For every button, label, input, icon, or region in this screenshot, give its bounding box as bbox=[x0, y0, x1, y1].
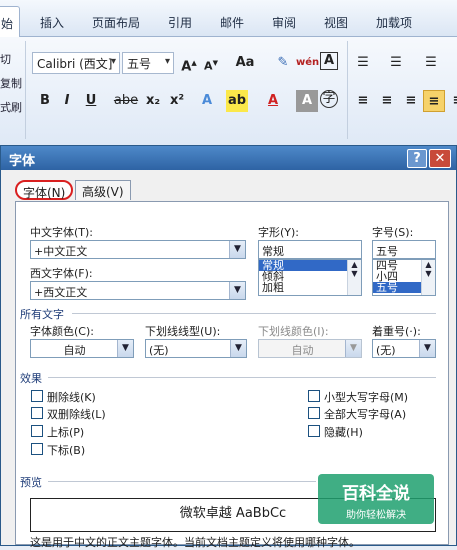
bullets-icon[interactable]: ☰ bbox=[352, 52, 374, 74]
double-strikethrough-checkbox[interactable] bbox=[31, 407, 43, 419]
all-text-section-title: 所有文字 bbox=[20, 308, 64, 321]
tab-home[interactable]: 始 bbox=[0, 6, 21, 37]
ribbon: 切 复制 式刷 Calibri (西文] 五号 A▲ A▼ Aa ✎ wén A… bbox=[0, 37, 457, 176]
cut-button[interactable]: 切 bbox=[0, 51, 11, 67]
multilevel-list-icon[interactable]: ☰ bbox=[420, 52, 442, 74]
chevron-down-icon: ▼ bbox=[117, 340, 133, 357]
align-left-icon[interactable]: ≡ bbox=[352, 90, 374, 112]
numbering-icon[interactable]: ☰ bbox=[385, 52, 407, 74]
watermark-logo: 百科全说 助你轻松解决 bbox=[318, 474, 434, 524]
all-caps-checkbox[interactable] bbox=[308, 407, 320, 419]
chevron-down-icon: ▼ bbox=[419, 340, 435, 357]
tab-references[interactable]: 引用 bbox=[168, 14, 192, 31]
help-button[interactable]: ? bbox=[407, 149, 427, 168]
strikethrough-button[interactable]: abe bbox=[112, 90, 140, 112]
ribbon-tab-bar: 始 插入 页面布局 引用 邮件 审阅 视图 加载项 bbox=[0, 0, 457, 37]
tab-font[interactable]: 字体(N) bbox=[15, 180, 74, 200]
underline-button[interactable]: U bbox=[80, 90, 102, 112]
align-center-icon[interactable]: ≡ bbox=[376, 90, 398, 112]
checkbox-label: 删除线(K) bbox=[47, 391, 96, 404]
watermark-subtitle: 助你轻松解决 bbox=[346, 510, 406, 521]
list-item[interactable]: 加粗 bbox=[259, 282, 361, 293]
divider bbox=[48, 481, 316, 482]
tab-review[interactable]: 审阅 bbox=[272, 14, 296, 31]
dialog-title: 字体 bbox=[1, 146, 456, 170]
emphasis-select[interactable]: (无) ▼ bbox=[372, 339, 436, 358]
underline-type-select[interactable]: (无) ▼ bbox=[145, 339, 247, 358]
style-input[interactable]: 常规 bbox=[258, 240, 362, 259]
checkbox-label: 全部大写字母(A) bbox=[324, 408, 407, 421]
change-case-button[interactable]: Aa bbox=[232, 52, 258, 74]
superscript-button[interactable]: x² bbox=[166, 90, 188, 112]
size-input[interactable]: 五号 bbox=[372, 240, 436, 259]
scrollbar[interactable]: ▲ ▼ bbox=[421, 260, 435, 295]
preview-section-title: 预览 bbox=[20, 476, 42, 489]
grow-font-button[interactable]: A▲ bbox=[178, 52, 200, 74]
chevron-down-icon: ▼ bbox=[345, 340, 361, 357]
italic-button[interactable]: I bbox=[56, 90, 78, 112]
cn-font-select[interactable]: +中文正文 ▼ bbox=[30, 240, 246, 259]
subscript-checkbox[interactable] bbox=[31, 443, 43, 455]
align-right-icon[interactable]: ≡ bbox=[400, 90, 422, 112]
size-list[interactable]: 四号 小四 五号 ▲ ▼ bbox=[372, 259, 436, 296]
underline-type-label: 下划线线型(U): bbox=[145, 325, 221, 338]
font-color-select[interactable]: 自动 ▼ bbox=[30, 339, 134, 358]
scrollbar[interactable]: ▲ ▼ bbox=[347, 260, 361, 295]
distributed-icon[interactable]: ≡ bbox=[447, 90, 457, 112]
highlight-icon[interactable]: ab bbox=[226, 90, 248, 112]
strikethrough-checkbox[interactable] bbox=[31, 390, 43, 402]
clear-format-icon[interactable]: wén bbox=[296, 52, 319, 74]
effects-section-title: 效果 bbox=[20, 372, 42, 385]
style-label: 字形(Y): bbox=[258, 226, 300, 239]
small-caps-checkbox[interactable] bbox=[308, 390, 320, 402]
font-size-combo[interactable]: 五号 bbox=[122, 52, 174, 74]
size-label: 字号(S): bbox=[372, 226, 414, 239]
font-name-combo[interactable]: Calibri (西文] bbox=[32, 52, 120, 74]
cn-font-label: 中文字体(T): bbox=[30, 226, 94, 239]
copy-button[interactable]: 复制 bbox=[0, 75, 22, 91]
char-border-icon[interactable]: A bbox=[320, 52, 338, 70]
font-color-icon[interactable]: A bbox=[262, 90, 284, 112]
tab-addins[interactable]: 加载项 bbox=[376, 14, 412, 31]
divider bbox=[25, 41, 26, 139]
shrink-font-button[interactable]: A▼ bbox=[200, 52, 222, 74]
checkbox-label: 隐藏(H) bbox=[324, 426, 363, 439]
font-color-label: 字体颜色(C): bbox=[30, 325, 94, 338]
underline-color-label: 下划线颜色(I): bbox=[258, 325, 329, 338]
hidden-checkbox[interactable] bbox=[308, 425, 320, 437]
emphasis-label: 着重号(·): bbox=[372, 325, 421, 338]
justify-icon[interactable]: ≡ bbox=[423, 90, 445, 112]
char-shading-icon[interactable]: A bbox=[296, 90, 318, 112]
tab-advanced[interactable]: 高级(V) bbox=[75, 180, 131, 200]
west-font-label: 西文字体(F): bbox=[30, 267, 93, 280]
watermark-title: 百科全说 bbox=[342, 484, 410, 504]
preview-description: 这是用于中文的正文主题字体。当前文档主题定义将使用哪种字体。 bbox=[30, 536, 360, 549]
checkbox-label: 双删除线(L) bbox=[47, 408, 106, 421]
divider bbox=[72, 313, 436, 314]
text-effects-icon[interactable]: A bbox=[196, 90, 218, 112]
tab-view[interactable]: 视图 bbox=[324, 14, 348, 31]
checkbox-label: 小型大写字母(M) bbox=[324, 391, 409, 404]
checkbox-label: 上标(P) bbox=[47, 426, 85, 439]
divider bbox=[48, 377, 436, 378]
chevron-down-icon: ▼ bbox=[229, 241, 245, 258]
close-button[interactable]: ✕ bbox=[429, 149, 451, 168]
chevron-down-icon: ▼ bbox=[230, 340, 246, 357]
phonetic-guide-icon[interactable]: ✎ bbox=[272, 52, 294, 74]
enclose-char-icon[interactable]: 字 bbox=[320, 90, 338, 108]
chevron-down-icon: ▼ bbox=[229, 282, 245, 299]
divider bbox=[347, 41, 348, 139]
subscript-button[interactable]: x₂ bbox=[142, 90, 164, 112]
style-list[interactable]: 常规 倾斜 加粗 ▲ ▼ bbox=[258, 259, 362, 296]
format-painter-button[interactable]: 式刷 bbox=[0, 99, 22, 115]
superscript-checkbox[interactable] bbox=[31, 425, 43, 437]
underline-color-select[interactable]: 自动 ▼ bbox=[258, 339, 362, 358]
checkbox-label: 下标(B) bbox=[47, 444, 86, 457]
tab-mailings[interactable]: 邮件 bbox=[220, 14, 244, 31]
west-font-select[interactable]: +西文正文 ▼ bbox=[30, 281, 246, 300]
bold-button[interactable]: B bbox=[34, 90, 56, 112]
tab-insert[interactable]: 插入 bbox=[40, 14, 64, 31]
tab-page-layout[interactable]: 页面布局 bbox=[92, 14, 140, 31]
